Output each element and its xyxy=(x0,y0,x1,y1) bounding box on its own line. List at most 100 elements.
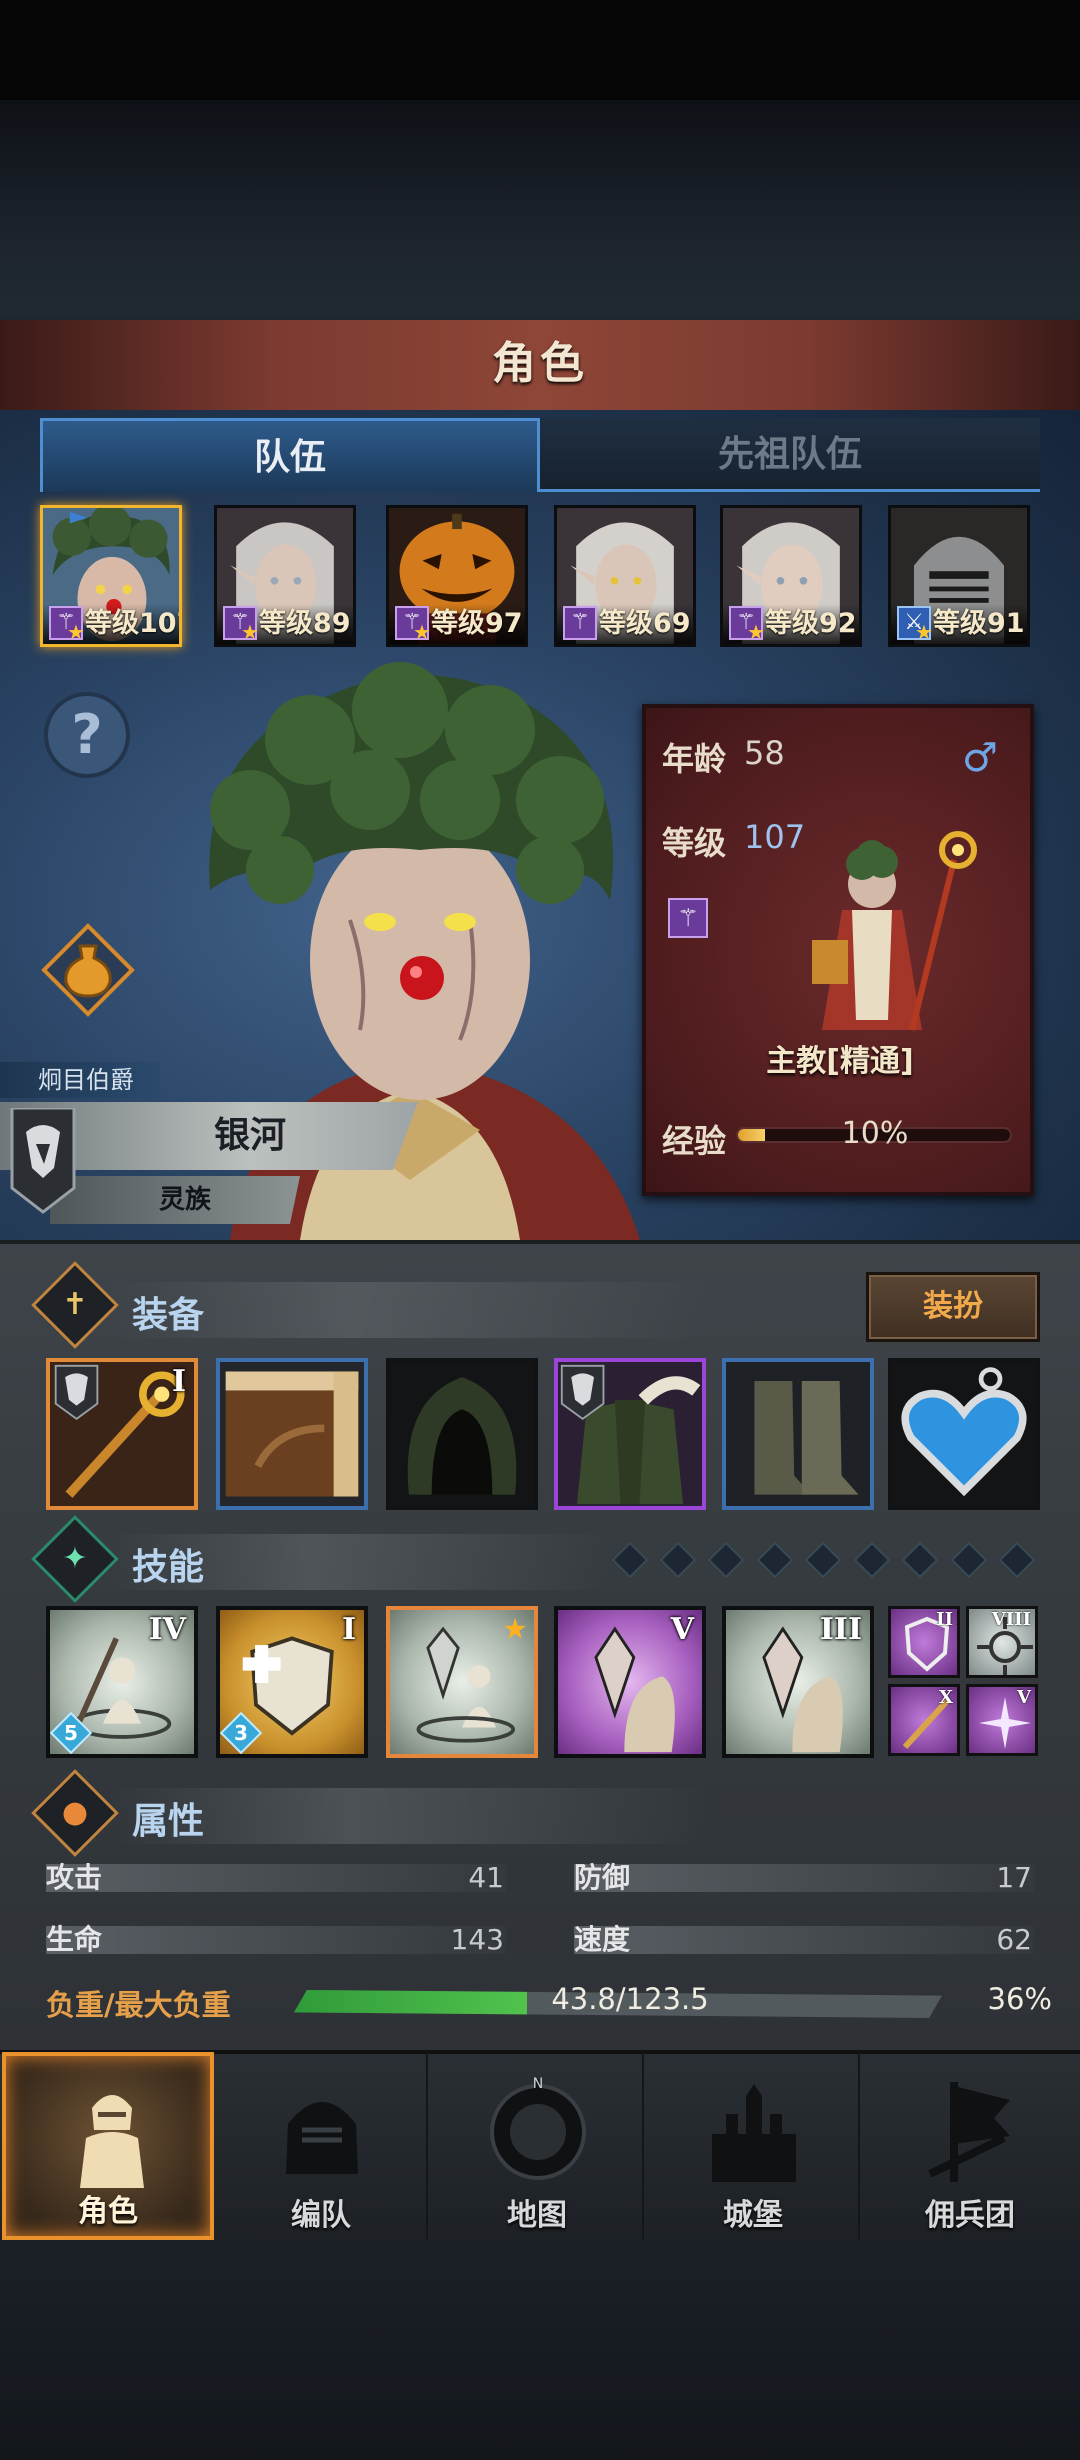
stat-label: 生命 xyxy=(46,1923,103,1956)
nav-label: 地图 xyxy=(507,2198,567,2233)
roster-slot-4[interactable]: ⚚ 等级69 xyxy=(554,505,696,647)
roster-slot-3[interactable]: ⚚ ★ 等级97 xyxy=(386,505,528,647)
stat-row-defense: 防御 17 xyxy=(574,1858,1034,1898)
knight-icon xyxy=(80,2095,144,2188)
star-icon: ★ xyxy=(67,620,85,644)
stat-label: 防御 xyxy=(574,1861,631,1894)
bishop-class-figure xyxy=(812,831,977,1031)
class-icon: ⚚ xyxy=(668,898,708,938)
guild-banner-icon xyxy=(10,1108,76,1214)
nav-item-character[interactable]: 角色 xyxy=(2,2052,214,2240)
item-rank: I xyxy=(171,1364,186,1399)
hood-icon xyxy=(407,1377,517,1495)
skill-rank: II xyxy=(936,1609,953,1630)
age-label: 年龄 xyxy=(662,740,727,778)
passive-skill-shield-icon[interactable]: II xyxy=(888,1606,960,1678)
exp-percent: 10% xyxy=(841,1116,909,1151)
nav-item-formation[interactable]: 编队 xyxy=(216,2052,428,2240)
roster-slot-6[interactable]: ⚔ ★ 等级91 xyxy=(888,505,1030,647)
roster-level: 等级91 xyxy=(933,608,1025,639)
class-name: 主教[精通] xyxy=(766,1044,914,1079)
roster-slot-5[interactable]: ⚚ ★ 等级92 xyxy=(720,505,862,647)
passive-skill-star-icon[interactable]: V xyxy=(966,1684,1038,1756)
equip-slot-book[interactable] xyxy=(216,1358,368,1510)
skill-rank: X xyxy=(939,1687,953,1708)
status-bar-area xyxy=(0,0,1080,100)
nav-item-mercenary[interactable]: 佣兵团 xyxy=(864,2052,1076,2240)
compass-icon: N xyxy=(490,2076,586,2180)
nav-label: 编队 xyxy=(291,2198,351,2233)
help-button[interactable]: ? xyxy=(44,692,130,778)
star-icon: ★ xyxy=(413,620,431,644)
roster-level: 等级107 xyxy=(85,608,179,639)
skill-slot-5[interactable]: III xyxy=(722,1606,874,1758)
star-icon: ★ xyxy=(747,620,765,644)
equip-slot-boots[interactable] xyxy=(722,1358,874,1510)
exp-label: 经验 xyxy=(662,1122,727,1160)
exp-fill xyxy=(738,1129,766,1141)
nav-label: 角色 xyxy=(78,2194,138,2229)
roster-level: 等级92 xyxy=(765,608,857,639)
skill-rank: III xyxy=(819,1612,862,1647)
load-value: 43.8/123.5 xyxy=(551,1982,709,2016)
svg-text:★: ★ xyxy=(502,1612,527,1645)
hero-name[interactable]: 银河 xyxy=(90,1102,410,1170)
attributes-title: 属性 xyxy=(132,1801,205,1842)
hero-race: 灵族 xyxy=(158,1185,211,1215)
robe-icon xyxy=(560,1364,701,1505)
skill-rank: IV xyxy=(148,1612,186,1647)
equip-slot-staff[interactable]: I xyxy=(46,1358,198,1510)
boots-icon xyxy=(726,1362,870,1506)
skills-title: 技能 xyxy=(132,1547,205,1588)
stat-row-speed: 速度 62 xyxy=(574,1920,1034,1960)
equip-slot-amulet[interactable] xyxy=(888,1358,1040,1510)
male-icon: ♂ xyxy=(962,735,998,781)
skill-rank: VIII xyxy=(991,1609,1031,1630)
load-percent: 36% xyxy=(987,1982,1052,2016)
team-tabs: 队伍 先祖队伍 xyxy=(40,418,1040,496)
stat-row-attack: 攻击 41 xyxy=(46,1858,506,1898)
skill-slot-1[interactable]: IV 5 xyxy=(46,1606,198,1758)
helmet-icon xyxy=(286,2102,358,2174)
hero-title: 炯目伯爵 xyxy=(0,1062,160,1098)
nav-label: 城堡 xyxy=(723,2198,783,2233)
crystal-prayer-icon: ★ xyxy=(416,1612,528,1743)
stat-value: 41 xyxy=(468,1861,504,1894)
roster-slot-1[interactable]: ⚚ ★ 等级107 xyxy=(40,505,182,647)
castle-icon xyxy=(712,2084,796,2182)
roster-slot-2[interactable]: ⚚ ★ 等级89 xyxy=(214,505,356,647)
load-label: 负重/最大负重 xyxy=(46,1988,231,2022)
nav-item-castle[interactable]: 城堡 xyxy=(648,2052,860,2240)
stat-value: 62 xyxy=(996,1923,1032,1956)
roster-level: 等级89 xyxy=(259,608,351,639)
stat-row-health: 生命 143 xyxy=(46,1920,506,1960)
nav-item-map[interactable]: N 地图 xyxy=(432,2052,644,2240)
equipment-title: 装备 xyxy=(132,1295,205,1336)
svg-text:N: N xyxy=(533,2076,543,2092)
skill-slot-3[interactable]: ★ xyxy=(386,1606,538,1758)
equip-slot-robe[interactable] xyxy=(554,1358,706,1510)
skill-rank: V xyxy=(670,1612,694,1647)
star-icon: ★ xyxy=(915,620,933,644)
footer-background xyxy=(0,2240,1080,2460)
age-value: 58 xyxy=(744,734,785,772)
passive-skill-staff-icon[interactable]: X xyxy=(888,1684,960,1756)
dress-up-button[interactable]: 装扮 xyxy=(866,1272,1040,1342)
banner-icon xyxy=(928,2082,1010,2182)
stat-value: 17 xyxy=(996,1861,1032,1894)
equip-slot-hood[interactable] xyxy=(386,1358,538,1510)
header-background xyxy=(0,100,1080,320)
stat-label: 速度 xyxy=(574,1923,631,1956)
roster-level: 等级97 xyxy=(431,608,523,639)
nav-label: 佣兵团 xyxy=(925,2198,1015,2233)
tab-ancestor-team[interactable]: 先祖队伍 xyxy=(540,418,1040,492)
skill-slot-2[interactable]: I 3 xyxy=(216,1606,368,1758)
skill-slot-4[interactable]: V xyxy=(554,1606,706,1758)
tab-team[interactable]: 队伍 xyxy=(40,418,540,492)
heart-amulet-icon xyxy=(901,1367,1027,1497)
skill-rank: V xyxy=(1017,1687,1031,1708)
passive-skill-burst-icon[interactable]: VIII xyxy=(966,1606,1038,1678)
potion-button[interactable] xyxy=(40,922,136,1018)
stat-label: 攻击 xyxy=(46,1861,103,1894)
book-icon xyxy=(225,1371,359,1497)
